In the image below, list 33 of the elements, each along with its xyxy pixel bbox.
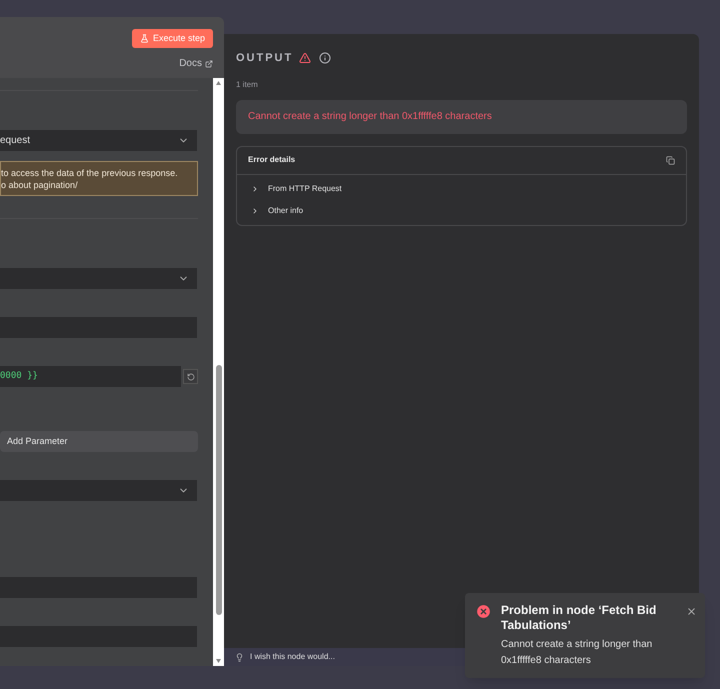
- error-message-card: Cannot create a string longer than 0x1fffffe8 characters: [236, 100, 687, 134]
- scroll-up-icon[interactable]: [216, 81, 221, 85]
- toast-title: Problem in node ‘Fetch Bid Tabulations’: [501, 603, 658, 633]
- item-count: 1 item: [235, 78, 259, 90]
- notice-text: o about pagination/: [1, 178, 79, 190]
- chevron-right-icon: [251, 206, 259, 214]
- add-parameter-button[interactable]: Add Parameter: [0, 431, 198, 452]
- scrollbar[interactable]: [213, 78, 224, 666]
- select-field[interactable]: [0, 480, 197, 501]
- error-icon: [475, 603, 492, 620]
- select-field[interactable]: equest: [0, 130, 197, 151]
- reset-icon: [186, 372, 194, 380]
- output-title: OUTPUT: [236, 51, 294, 66]
- scrollbar-thumb[interactable]: [216, 365, 222, 615]
- feedback-prompt[interactable]: I wish this node would...: [250, 651, 335, 663]
- docs-link[interactable]: Docs: [179, 56, 213, 71]
- error-details-title: Error details: [248, 154, 296, 166]
- details-item[interactable]: From HTTP Request: [237, 178, 686, 200]
- lightbulb-icon: [235, 652, 244, 662]
- chevron-right-icon: [251, 184, 259, 192]
- expression-field[interactable]: 0000 }}: [0, 366, 181, 387]
- close-icon[interactable]: [686, 606, 697, 617]
- info-icon[interactable]: [319, 52, 332, 64]
- flask-icon: [140, 34, 149, 43]
- scroll-down-icon[interactable]: [216, 659, 221, 663]
- notice-text: to access the data of the previous response.: [1, 166, 179, 178]
- reset-button[interactable]: [183, 369, 198, 384]
- details-item[interactable]: Other info: [237, 200, 686, 222]
- external-link-icon: [205, 60, 213, 68]
- warning-icon: [299, 52, 312, 64]
- select-field[interactable]: [0, 268, 197, 289]
- copy-icon[interactable]: [666, 156, 675, 164]
- toast-message: Cannot create a string longer than 0x1fffffe8 characters: [501, 638, 654, 668]
